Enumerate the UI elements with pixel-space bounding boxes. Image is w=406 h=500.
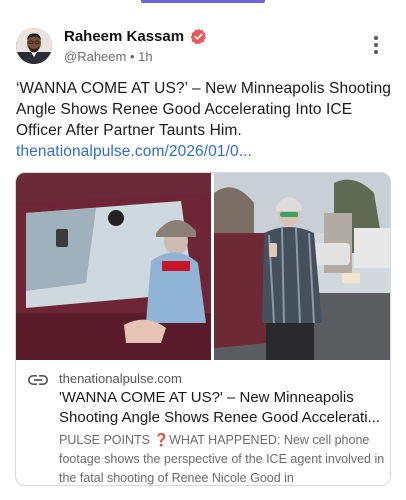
post-link[interactable]: thenationalpulse.com/2026/01/0... (16, 141, 394, 162)
link-description: PULSE POINTS ❓WHAT HAPPENED: New cell ph… (59, 431, 385, 485)
link-title-line1: 'WANNA COME AT US?' – New Minneapolis (59, 389, 354, 406)
link-icon (28, 373, 48, 387)
link-preview-media (16, 173, 390, 360)
link-title-line2: Shooting Angle Shows Renee Good Accelera… (59, 409, 381, 426)
link-domain: thenationalpulse.com (59, 371, 182, 386)
verified-badge-icon (190, 28, 207, 45)
preview-image-left (16, 173, 211, 360)
author-handle[interactable]: @Raheem (64, 49, 126, 64)
preview-image-right (214, 173, 390, 360)
question-mark-icon: ❓ (153, 433, 170, 447)
avatar[interactable] (16, 28, 52, 64)
author-meta: @Raheem • 1h (64, 49, 207, 65)
link-preview-card[interactable]: thenationalpulse.com 'WANNA COME AT US?'… (15, 172, 391, 486)
more-options-icon[interactable] (370, 36, 382, 56)
post-body: ‘WANNA COME AT US?’ – New Minneapolis Sh… (16, 78, 394, 162)
post-text: ‘WANNA COME AT US?’ – New Minneapolis Sh… (16, 80, 392, 139)
post-age: 1h (138, 49, 153, 64)
tab-indicator (141, 0, 265, 3)
author-name[interactable]: Raheem Kassam (64, 28, 184, 45)
description-prefix: PULSE POINTS (59, 433, 150, 447)
link-title[interactable]: 'WANNA COME AT US?' – New Minneapolis Sh… (59, 388, 381, 428)
post-header: Raheem Kassam @Raheem • 1h (16, 26, 392, 66)
meta-separator: • (129, 49, 135, 64)
